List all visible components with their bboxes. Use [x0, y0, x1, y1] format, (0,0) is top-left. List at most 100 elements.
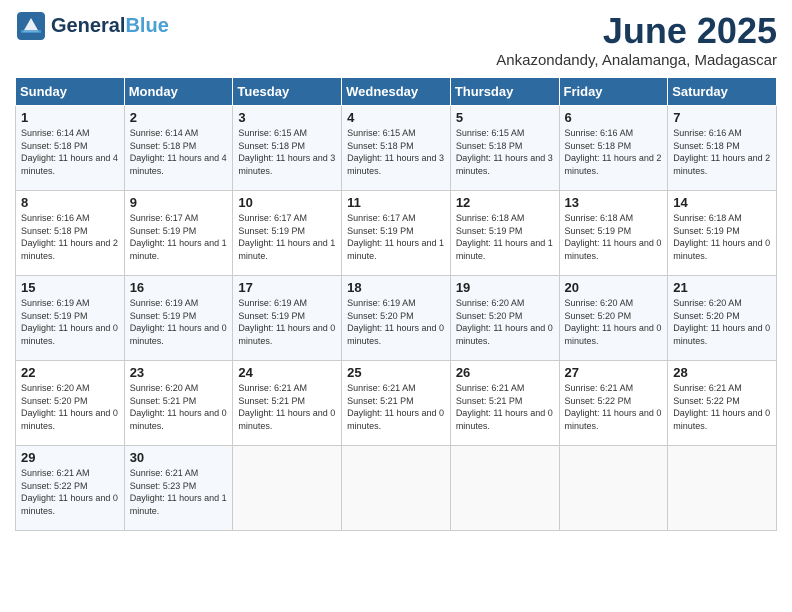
calendar-cell: [342, 446, 451, 531]
daylight-label: Daylight:: [565, 153, 603, 163]
day-number: 18: [347, 280, 445, 295]
sunset-label: Sunset:: [130, 141, 163, 151]
week-row-5: 29 Sunrise: 6:21 AM Sunset: 5:22 PM Dayl…: [16, 446, 777, 531]
sunrise-time: 6:20 AM: [491, 298, 524, 308]
day-number: 11: [347, 195, 445, 210]
sunset-label: Sunset:: [456, 141, 489, 151]
calendar-cell: 15 Sunrise: 6:19 AM Sunset: 5:19 PM Dayl…: [16, 276, 125, 361]
sunset-time: 5:18 PM: [706, 141, 740, 151]
sunrise-label: Sunrise:: [347, 128, 383, 138]
day-number: 17: [238, 280, 336, 295]
sunset-time: 5:19 PM: [380, 226, 414, 236]
sunrise-time: 6:21 AM: [600, 383, 633, 393]
sunrise-time: 6:16 AM: [600, 128, 633, 138]
sunrise-label: Sunrise:: [347, 383, 383, 393]
calendar-cell: 26 Sunrise: 6:21 AM Sunset: 5:21 PM Dayl…: [450, 361, 559, 446]
sunset-label: Sunset:: [673, 141, 706, 151]
sunrise-label: Sunrise:: [21, 128, 57, 138]
sunrise-label: Sunrise:: [673, 213, 709, 223]
day-number: 2: [130, 110, 228, 125]
day-number: 13: [565, 195, 663, 210]
sunset-time: 5:21 PM: [489, 396, 523, 406]
daylight-label: Daylight:: [565, 408, 603, 418]
sunrise-label: Sunrise:: [21, 213, 57, 223]
daylight-label: Daylight:: [238, 408, 276, 418]
day-number: 10: [238, 195, 336, 210]
sunrise-time: 6:19 AM: [383, 298, 416, 308]
sunset-label: Sunset:: [130, 396, 163, 406]
sunset-label: Sunset:: [238, 226, 271, 236]
sunrise-time: 6:20 AM: [709, 298, 742, 308]
sunset-label: Sunset:: [456, 311, 489, 321]
calendar-header: SundayMondayTuesdayWednesdayThursdayFrid…: [16, 78, 777, 106]
sunset-label: Sunset:: [347, 226, 380, 236]
daylight-label: Daylight:: [673, 153, 711, 163]
day-number: 28: [673, 365, 771, 380]
sunrise-time: 6:21 AM: [709, 383, 742, 393]
sunrise-time: 6:15 AM: [383, 128, 416, 138]
sunset-time: 5:19 PM: [489, 226, 523, 236]
day-info: Sunrise: 6:19 AM Sunset: 5:20 PM Dayligh…: [347, 297, 445, 347]
daylight-label: Daylight:: [565, 323, 603, 333]
sunset-label: Sunset:: [565, 396, 598, 406]
sunset-label: Sunset:: [130, 481, 163, 491]
day-info: Sunrise: 6:15 AM Sunset: 5:18 PM Dayligh…: [456, 127, 554, 177]
day-number: 7: [673, 110, 771, 125]
daylight-label: Daylight:: [21, 493, 59, 503]
day-number: 27: [565, 365, 663, 380]
sunset-time: 5:19 PM: [163, 226, 197, 236]
daylight-label: Daylight:: [238, 238, 276, 248]
day-number: 4: [347, 110, 445, 125]
sunrise-time: 6:19 AM: [274, 298, 307, 308]
sunset-time: 5:18 PM: [598, 141, 632, 151]
sunrise-label: Sunrise:: [130, 128, 166, 138]
sunrise-time: 6:17 AM: [383, 213, 416, 223]
daylight-label: Daylight:: [673, 238, 711, 248]
sunrise-label: Sunrise:: [238, 213, 274, 223]
calendar-cell: 28 Sunrise: 6:21 AM Sunset: 5:22 PM Dayl…: [668, 361, 777, 446]
day-info: Sunrise: 6:20 AM Sunset: 5:21 PM Dayligh…: [130, 382, 228, 432]
sunrise-time: 6:21 AM: [274, 383, 307, 393]
sunset-label: Sunset:: [21, 226, 54, 236]
sunset-label: Sunset:: [673, 226, 706, 236]
sunrise-time: 6:20 AM: [165, 383, 198, 393]
daylight-label: Daylight:: [21, 408, 59, 418]
sunset-time: 5:21 PM: [163, 396, 197, 406]
day-info: Sunrise: 6:16 AM Sunset: 5:18 PM Dayligh…: [673, 127, 771, 177]
daylight-label: Daylight:: [130, 153, 168, 163]
sunrise-label: Sunrise:: [456, 383, 492, 393]
daylight-label: Daylight:: [130, 493, 168, 503]
daylight-label: Daylight:: [673, 323, 711, 333]
sunset-label: Sunset:: [456, 226, 489, 236]
day-number: 25: [347, 365, 445, 380]
day-info: Sunrise: 6:19 AM Sunset: 5:19 PM Dayligh…: [21, 297, 119, 347]
sunrise-label: Sunrise:: [238, 383, 274, 393]
day-number: 24: [238, 365, 336, 380]
calendar-cell: 25 Sunrise: 6:21 AM Sunset: 5:21 PM Dayl…: [342, 361, 451, 446]
daylight-label: Daylight:: [347, 153, 385, 163]
calendar-cell: 17 Sunrise: 6:19 AM Sunset: 5:19 PM Dayl…: [233, 276, 342, 361]
sunset-label: Sunset:: [456, 396, 489, 406]
day-number: 23: [130, 365, 228, 380]
daylight-label: Daylight:: [347, 323, 385, 333]
sunrise-label: Sunrise:: [347, 298, 383, 308]
sunset-label: Sunset:: [347, 396, 380, 406]
sunrise-time: 6:14 AM: [165, 128, 198, 138]
day-info: Sunrise: 6:21 AM Sunset: 5:21 PM Dayligh…: [347, 382, 445, 432]
day-info: Sunrise: 6:15 AM Sunset: 5:18 PM Dayligh…: [347, 127, 445, 177]
day-info: Sunrise: 6:21 AM Sunset: 5:22 PM Dayligh…: [565, 382, 663, 432]
day-info: Sunrise: 6:17 AM Sunset: 5:19 PM Dayligh…: [347, 212, 445, 262]
sunrise-time: 6:18 AM: [600, 213, 633, 223]
sunset-time: 5:18 PM: [271, 141, 305, 151]
day-number: 1: [21, 110, 119, 125]
day-info: Sunrise: 6:17 AM Sunset: 5:19 PM Dayligh…: [130, 212, 228, 262]
week-row-2: 8 Sunrise: 6:16 AM Sunset: 5:18 PM Dayli…: [16, 191, 777, 276]
daylight-label: Daylight:: [238, 323, 276, 333]
sunrise-label: Sunrise:: [238, 298, 274, 308]
calendar-cell: 27 Sunrise: 6:21 AM Sunset: 5:22 PM Dayl…: [559, 361, 668, 446]
daylight-label: Daylight:: [238, 153, 276, 163]
sunset-label: Sunset:: [673, 396, 706, 406]
day-number: 30: [130, 450, 228, 465]
daylight-label: Daylight:: [130, 408, 168, 418]
sunrise-time: 6:15 AM: [491, 128, 524, 138]
